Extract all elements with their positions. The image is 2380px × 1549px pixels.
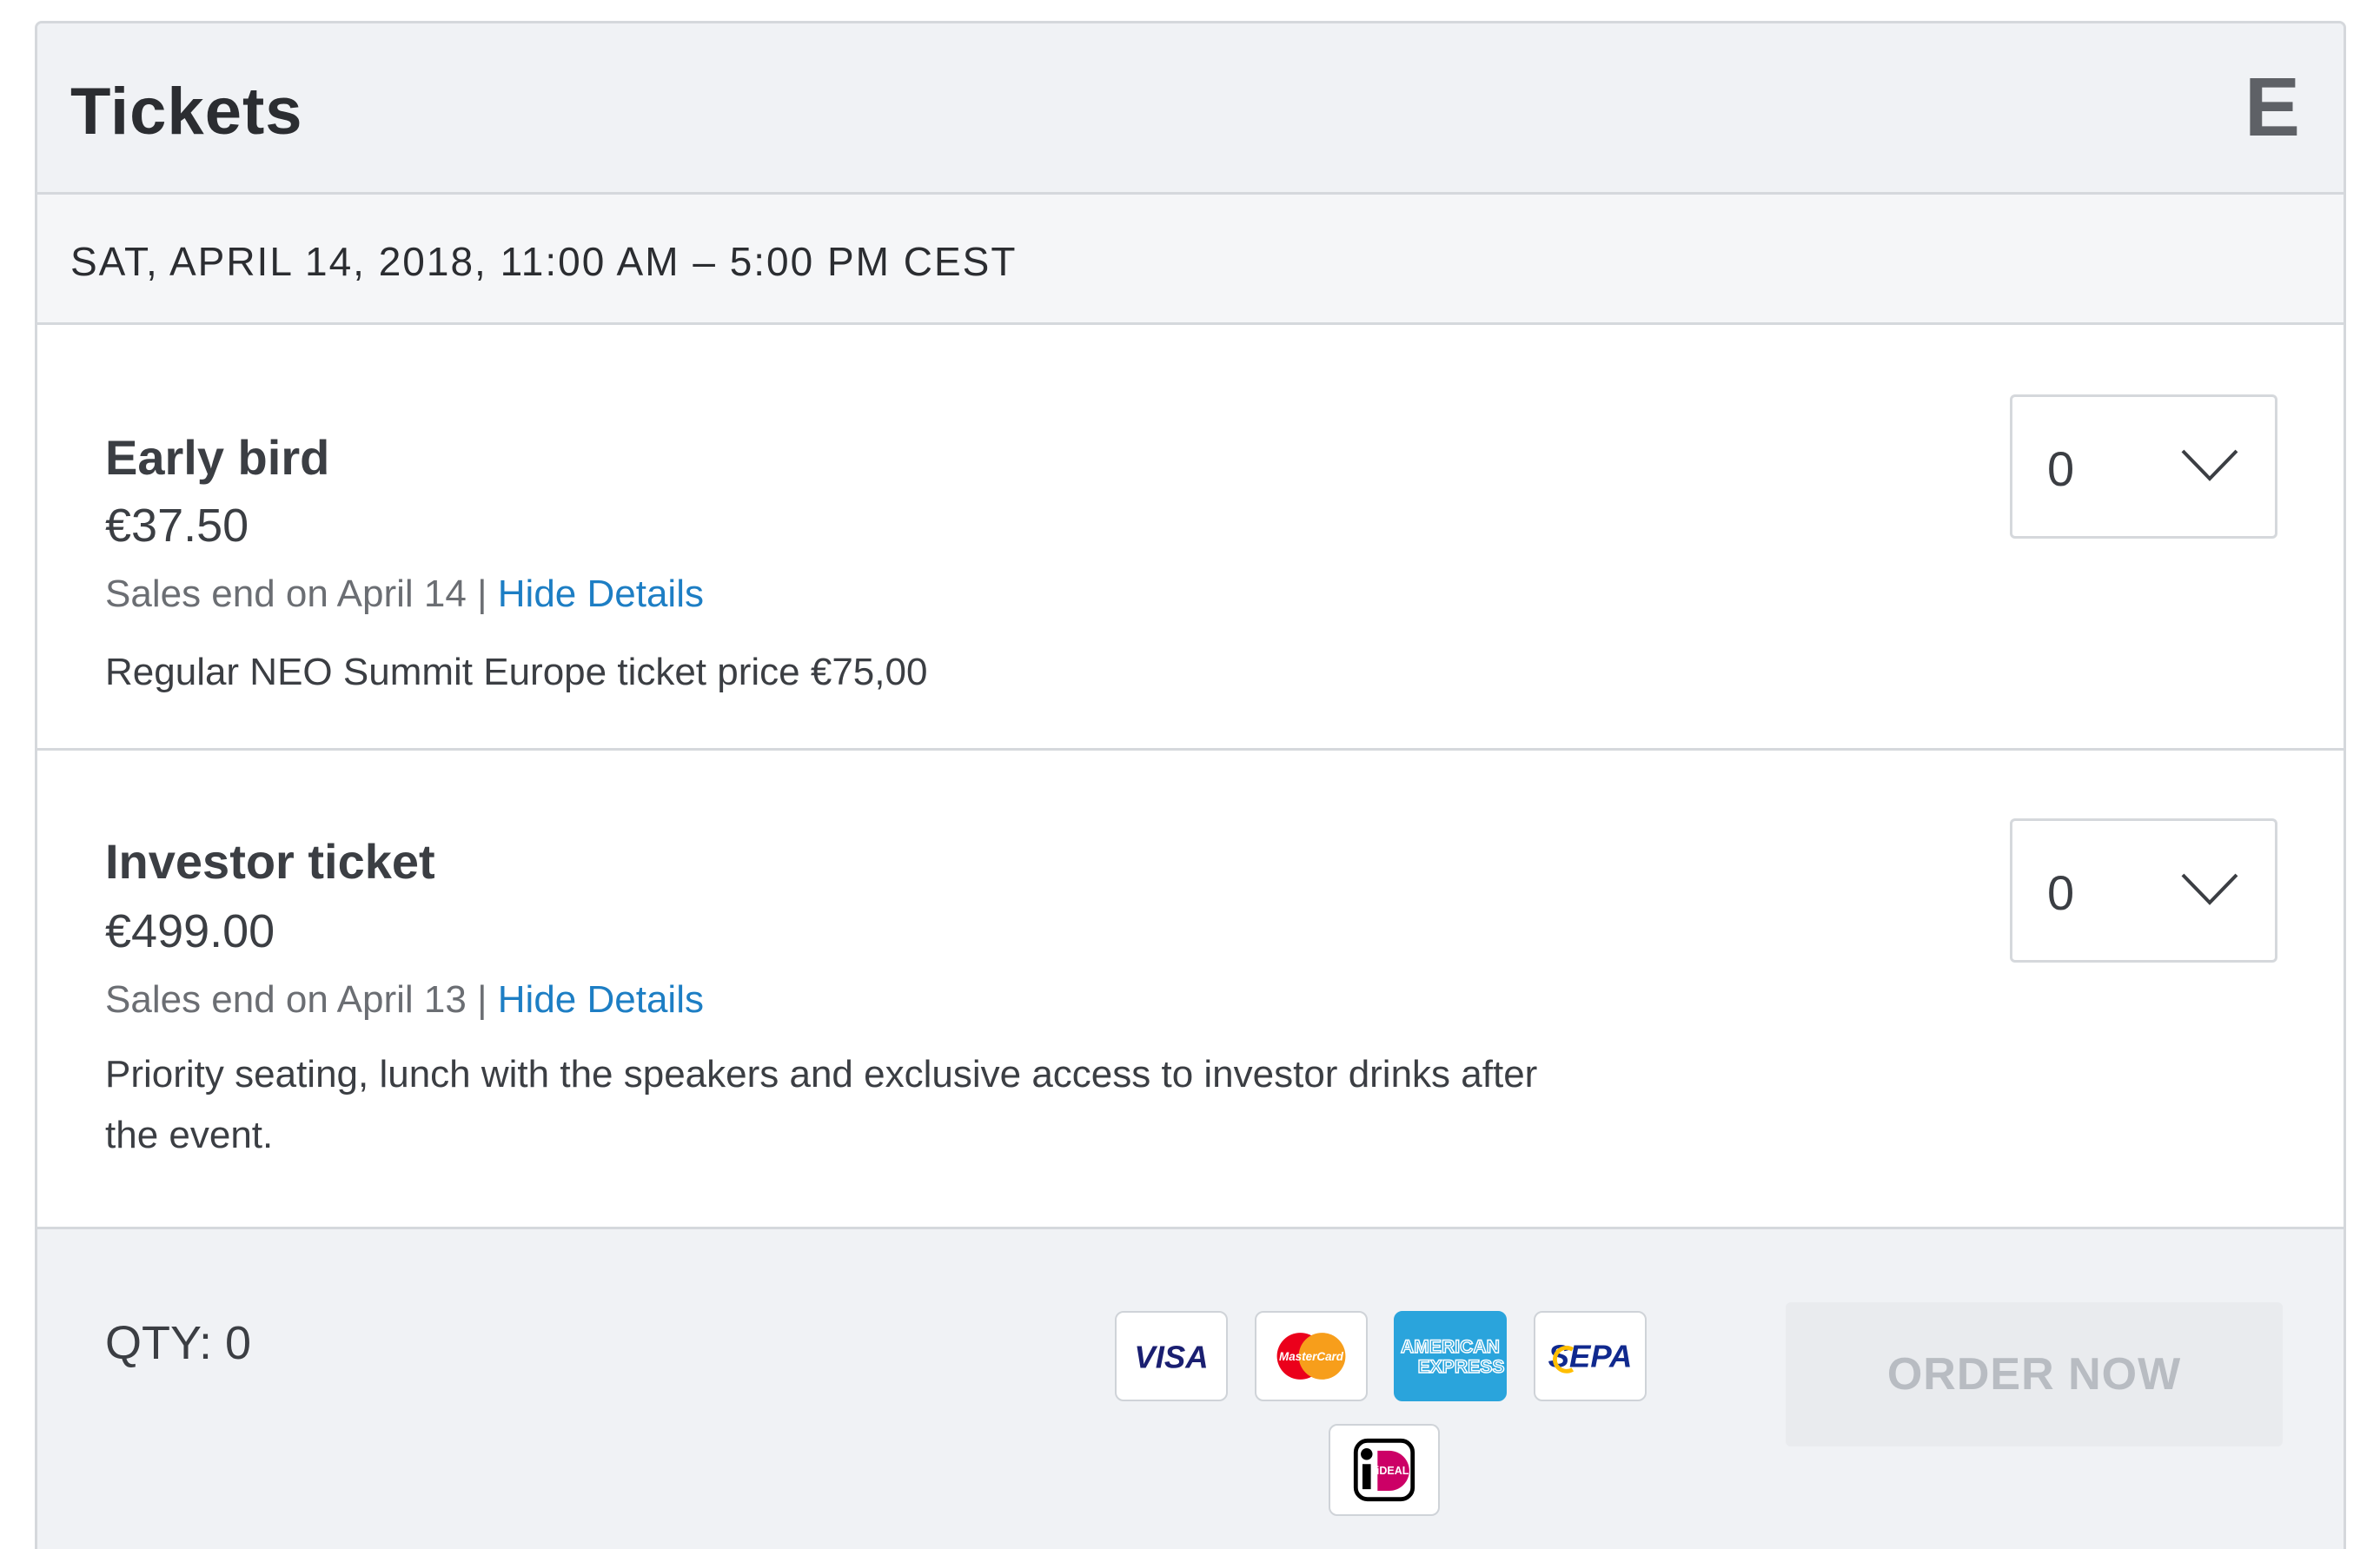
sales-end-text: Sales end on April 13 bbox=[105, 978, 467, 1021]
ticket-name: Early bird bbox=[105, 430, 330, 485]
order-footer: QTY: 0 VISA MasterCard AMERICAN EXPRESS … bbox=[37, 1229, 2344, 1549]
ticket-description: Priority seating, lunch with the speaker… bbox=[105, 1053, 1538, 1156]
total-quantity: QTY: 0 bbox=[105, 1317, 252, 1369]
chevron-down-icon bbox=[2181, 873, 2238, 905]
ticket-sales-info: Sales end on April 14 | Hide Details bbox=[105, 573, 704, 616]
ticket-name: Investor ticket bbox=[105, 834, 435, 889]
hide-details-link[interactable]: Hide Details bbox=[498, 978, 704, 1021]
quantity-value: 0 bbox=[2047, 441, 2075, 496]
ideal-label: iDEAL bbox=[1376, 1465, 1409, 1477]
ticket-row-investor: Investor ticket €499.00 Sales end on Apr… bbox=[37, 751, 2344, 1229]
amex-label-line2: EXPRESS bbox=[1418, 1357, 1505, 1377]
page-title: Tickets bbox=[70, 75, 303, 149]
quantity-select[interactable]: 0 bbox=[2010, 394, 2277, 539]
order-now-button[interactable]: ORDER NOW bbox=[1786, 1302, 2283, 1446]
event-date-band: SAT, APRIL 14, 2018, 11:00 AM – 5:00 PM … bbox=[37, 195, 2344, 325]
mastercard-icon: MasterCard bbox=[1255, 1311, 1368, 1401]
sepa-icon: SEPA bbox=[1534, 1311, 1647, 1401]
ticket-description: Regular NEO Summit Europe ticket price €… bbox=[105, 651, 928, 693]
visa-label: VISA bbox=[1134, 1339, 1208, 1374]
hide-details-link[interactable]: Hide Details bbox=[498, 573, 704, 615]
quantity-select[interactable]: 0 bbox=[2010, 818, 2277, 963]
ideal-icon: iDEAL bbox=[1329, 1424, 1440, 1516]
tickets-panel: Tickets E SAT, APRIL 14, 2018, 11:00 AM … bbox=[35, 21, 2346, 1549]
visa-icon: VISA bbox=[1115, 1311, 1228, 1401]
mastercard-label: MasterCard bbox=[1279, 1350, 1344, 1363]
tickets-header: Tickets E bbox=[37, 23, 2344, 195]
ticket-sales-info: Sales end on April 13 | Hide Details bbox=[105, 978, 704, 1022]
separator: | bbox=[477, 978, 487, 1021]
amex-label-line1: AMERICAN bbox=[1401, 1337, 1500, 1357]
quantity-value: 0 bbox=[2047, 865, 2075, 920]
eventbrite-logo-icon: E bbox=[2244, 61, 2300, 154]
event-date: SAT, APRIL 14, 2018, 11:00 AM – 5:00 PM … bbox=[70, 239, 1018, 284]
sales-end-text: Sales end on April 14 bbox=[105, 573, 467, 615]
chevron-down-icon bbox=[2181, 449, 2238, 481]
separator: | bbox=[477, 573, 487, 615]
ticket-price: €499.00 bbox=[105, 905, 275, 957]
ticket-price: €37.50 bbox=[105, 500, 249, 552]
american-express-icon: AMERICAN EXPRESS bbox=[1394, 1311, 1507, 1401]
ticket-row-early-bird: Early bird €37.50 Sales end on April 14 … bbox=[37, 325, 2344, 751]
